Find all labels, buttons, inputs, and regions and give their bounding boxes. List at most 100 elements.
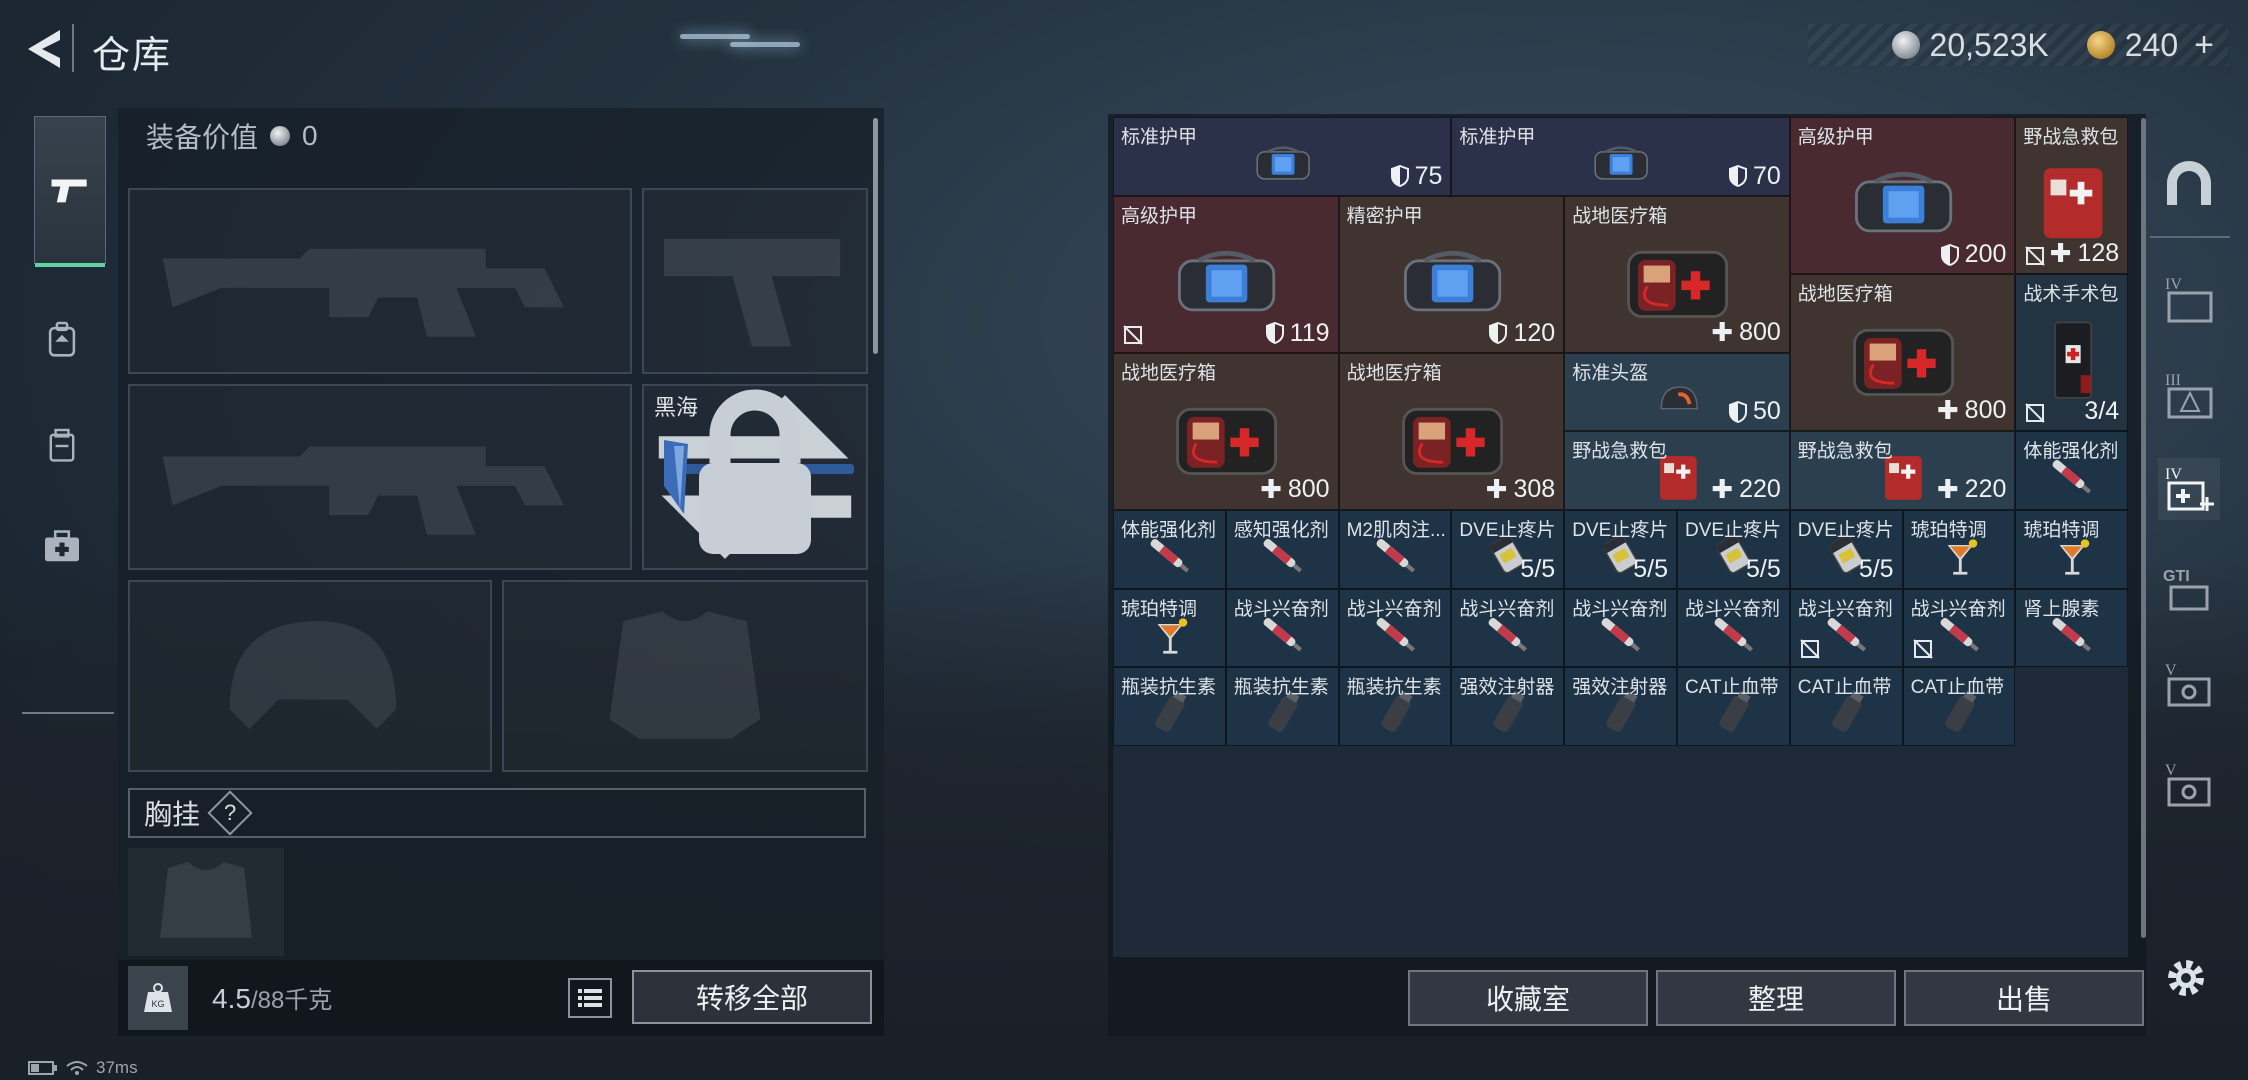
inventory-item[interactable]: 琥珀特调 (1113, 588, 1226, 668)
inventory-item[interactable]: 高级护甲 119 (1113, 195, 1339, 353)
item-stat: ✚ 128 (2050, 238, 2120, 269)
inventory-item[interactable]: 标准护甲 75 (1113, 117, 1452, 196)
pistol-icon (51, 179, 87, 203)
settings-gear-icon[interactable] (2162, 954, 2210, 1002)
weight-footer: KG 4.5/88千克 转移全部 (118, 960, 884, 1036)
camera-v-icon: V (2165, 762, 2211, 807)
shield-icon (1728, 165, 1747, 188)
inventory-item[interactable]: 战地医疗箱 ✚ 800 (1564, 195, 1790, 353)
item-image (1590, 135, 1652, 192)
item-name: 战地医疗箱 (1797, 284, 1893, 306)
secondary-weapon-slot[interactable] (128, 384, 632, 570)
collection-room-button[interactable]: 收藏室 (1408, 970, 1648, 1026)
top-bar: 仓库 20,523K 240 + (0, 0, 2248, 100)
inventory-item[interactable]: 战地医疗箱 ✚ 800 (1113, 352, 1339, 510)
inventory-item[interactable]: 战斗兴奋剂 (1338, 588, 1452, 668)
inventory-item[interactable]: 瓶装抗生素 (1338, 667, 1452, 746)
inventory-item[interactable]: 强效注射器 (1564, 667, 1677, 746)
tab-medical[interactable] (34, 518, 90, 574)
inventory-item[interactable]: 战斗兴奋剂 (1451, 588, 1565, 668)
inventory-item[interactable]: 琥珀特调 (1902, 510, 2016, 589)
inventory-item[interactable]: 标准护甲 70 (1451, 117, 1790, 196)
tab-backpack[interactable] (34, 312, 90, 368)
item-name: 琥珀特调 (1910, 520, 1987, 541)
item-name: 强效注射器 (1572, 677, 1668, 699)
item-stat-value: 800 (1739, 317, 1781, 346)
chest-rig-label: 胸挂 (144, 799, 201, 830)
inventory-item[interactable]: DVE止疼片 5/5 (1451, 510, 1565, 589)
inventory-item[interactable]: 战斗兴奋剂 (1564, 588, 1677, 668)
tab-storage-v-a[interactable]: V (2158, 654, 2220, 716)
inventory-item[interactable]: 肾上腺素 (2015, 588, 2128, 668)
inventory-item[interactable]: DVE止疼片 5/5 (1677, 510, 1790, 589)
transfer-all-button[interactable]: 转移全部 (632, 970, 872, 1024)
inventory-item[interactable]: 野战急救包 ✚ 220 (1564, 431, 1790, 510)
tab-storage-iv[interactable]: IV (2158, 268, 2220, 330)
right-tab-column: IV III IV GTI V V (2150, 120, 2230, 1040)
help-icon[interactable]: ? (207, 790, 253, 836)
tab-safehouse[interactable] (2158, 152, 2220, 214)
back-arrow-icon[interactable] (20, 26, 70, 72)
tab-medical-iv[interactable]: IV (2158, 458, 2220, 520)
tab-gti[interactable]: GTI (2158, 558, 2220, 620)
helmet-slot[interactable] (128, 580, 492, 772)
sell-button[interactable]: 出售 (1904, 970, 2144, 1026)
inventory-item[interactable]: 战斗兴奋剂 (1225, 588, 1339, 668)
body-armor-slot[interactable] (502, 580, 868, 772)
inventory-item[interactable]: 战斗兴奋剂 (1789, 588, 1903, 668)
tab-storage-v-b[interactable]: V (2158, 754, 2220, 816)
item-name: 体能强化剂 (1121, 520, 1217, 541)
primary-weapon-slot[interactable] (128, 188, 632, 374)
inventory-item[interactable]: CAT止血带 (1902, 667, 2016, 746)
inventory-item[interactable]: 高级护甲 200 (1789, 117, 2016, 275)
chest-rig-silhouette-icon (160, 862, 252, 938)
weight-readout: 4.5/88千克 (212, 980, 332, 1015)
item-stat: 119 (1265, 319, 1330, 348)
inventory-item[interactable]: DVE止疼片 5/5 (1564, 510, 1677, 589)
inventory-item[interactable]: DVE止疼片 5/5 (1789, 510, 1903, 589)
inventory-item[interactable]: 体能强化剂 (2015, 431, 2128, 510)
list-view-button[interactable] (568, 978, 612, 1018)
inventory-item[interactable]: 战斗兴奋剂 (1677, 588, 1790, 668)
item-name: 高级护甲 (1797, 127, 1874, 148)
inventory-grid: 标准护甲 75 标准护甲 70 高级护甲 200 野战急救包 ✚ 128 高级护甲 119 精密护甲 1… (1113, 117, 2128, 957)
inventory-item[interactable]: 战术手术包 3/4 (2015, 274, 2128, 432)
arrange-button[interactable]: 整理 (1656, 970, 1896, 1026)
rifle-silhouette-icon (162, 446, 564, 535)
inventory-item[interactable]: 瓶装抗生素 (1113, 667, 1226, 746)
inventory-item[interactable]: CAT止血带 (1789, 667, 1903, 746)
melee-slot[interactable]: 黑海 (642, 384, 868, 570)
item-name: 野战急救包 (2023, 127, 2119, 148)
equipment-scrollbar[interactable] (873, 118, 878, 354)
inventory-item[interactable]: 战斗兴奋剂 (1902, 588, 2016, 668)
inventory-item[interactable]: 野战急救包 ✚ 220 (1789, 431, 2016, 510)
tab-storage-iii[interactable]: III (2158, 364, 2220, 426)
inventory-item[interactable]: 体能强化剂 (1113, 510, 1226, 589)
silver-coin-icon (1891, 31, 1920, 59)
inventory-item[interactable]: 精密护甲 120 (1338, 195, 1565, 353)
inventory-item[interactable]: 标准头盔 50 (1564, 352, 1790, 432)
inventory-item[interactable]: 战地医疗箱 ✚ 800 (1789, 274, 2016, 432)
inventory-scrollbar[interactable] (2141, 118, 2146, 938)
tab-weapons[interactable] (34, 116, 106, 267)
inventory-item[interactable]: 野战急救包 ✚ 128 (2015, 117, 2128, 275)
wifi-icon (66, 1061, 88, 1075)
inventory-item[interactable]: CAT止血带 (1677, 667, 1790, 746)
inventory-item[interactable]: 强效注射器 (1451, 667, 1565, 746)
medkit-icon (45, 530, 79, 562)
inventory-item[interactable]: M2肌肉注... (1338, 510, 1452, 589)
svg-text:V: V (2165, 662, 2177, 679)
sidearm-slot[interactable] (642, 188, 868, 374)
item-name: 体能强化剂 (2023, 441, 2119, 463)
inventory-item[interactable]: 感知强化剂 (1225, 510, 1339, 589)
inventory-item[interactable]: 战地医疗箱 ✚ 308 (1338, 352, 1565, 510)
svg-text:IV: IV (2165, 276, 2182, 293)
equipment-value-header: 装备价值 0 (146, 116, 318, 156)
chest-rig-header[interactable]: 胸挂 ? (128, 788, 866, 838)
svg-text:GTI: GTI (2163, 568, 2190, 585)
inventory-item[interactable]: 琥珀特调 (2015, 510, 2128, 589)
inventory-item[interactable]: 瓶装抗生素 (1225, 667, 1339, 746)
add-gold-button[interactable]: + (2194, 26, 2214, 65)
chest-rig-slot[interactable] (128, 848, 284, 956)
tab-containers[interactable] (34, 418, 90, 474)
